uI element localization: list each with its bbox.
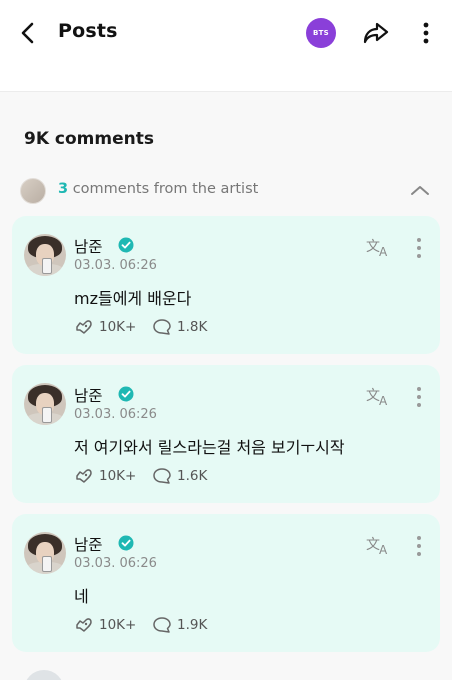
speech-bubble-icon (153, 319, 171, 335)
verified-badge-icon (118, 535, 134, 551)
verified-badge-icon (118, 237, 134, 253)
comment-author-name[interactable]: 남준 (74, 384, 103, 406)
community-badge[interactable]: BTS (306, 18, 336, 48)
comment-author-name[interactable]: 남준 (74, 533, 103, 555)
comment-text: mz들에게 배운다 (74, 289, 192, 308)
collapse-button[interactable] (408, 179, 432, 201)
artist-mini-avatar (20, 178, 46, 204)
heart-hand-icon (76, 618, 92, 632)
comment-text: 저 여기와서 릴스라는걸 처음 보기ㅜ시작 (74, 438, 345, 457)
svg-text:文: 文 (366, 537, 380, 553)
more-options-button[interactable] (414, 18, 438, 48)
reply-count: 1.9K (177, 617, 208, 633)
translate-icon[interactable]: 文A (366, 385, 392, 407)
like-button[interactable]: 10K+ (74, 466, 136, 486)
reply-count: 1.6K (177, 468, 208, 484)
svg-text:文: 文 (366, 239, 380, 255)
translate-icon[interactable]: 文A (366, 534, 392, 556)
back-button[interactable] (14, 18, 42, 48)
chevron-up-icon (411, 186, 429, 195)
artist-comment-card[interactable]: 남준 03.03. 06:26 文A 네 10K+ 1.9K (12, 514, 440, 652)
comment-more-icon[interactable] (410, 534, 428, 558)
reply-count: 1.8K (177, 319, 208, 335)
translate-icon[interactable]: 文A (366, 236, 392, 258)
speech-bubble-icon (153, 617, 171, 633)
comment-author-name[interactable]: 남준 (74, 235, 103, 257)
comment-text: 네 (74, 587, 89, 606)
svg-text:A: A (379, 543, 388, 556)
share-arrow-icon (363, 22, 389, 44)
artist-comment-card[interactable]: 남준 03.03. 06:26 文A 저 여기와서 릴스라는걸 처음 보기ㅜ시작… (12, 365, 440, 503)
svg-text:文: 文 (366, 388, 380, 404)
heart-hand-icon (76, 469, 92, 483)
top-bar: Posts BTS (0, 0, 452, 92)
chevron-left-icon (21, 22, 34, 44)
vertical-dots-icon (423, 22, 429, 44)
comment-timestamp: 03.03. 06:26 (74, 258, 157, 273)
page-title: Posts (58, 20, 118, 42)
artist-comments-label: comments from the artist (68, 181, 259, 197)
reply-button[interactable]: 1.8K (152, 317, 207, 337)
like-button[interactable]: 10K+ (74, 317, 136, 337)
share-button[interactable] (360, 18, 392, 48)
comment-more-icon[interactable] (410, 385, 428, 409)
artist-comments-header[interactable]: 3 comments from the artist (20, 178, 440, 206)
like-count: 10K+ (99, 468, 137, 484)
avatar[interactable] (24, 383, 66, 425)
svg-text:A: A (379, 394, 388, 407)
comment-timestamp: 03.03. 06:26 (74, 407, 157, 422)
artist-comment-card[interactable]: 남준 03.03. 06:26 文A mz들에게 배운다 10K+ 1.8K (12, 216, 440, 354)
verified-badge-icon (118, 386, 134, 402)
avatar[interactable] (24, 234, 66, 276)
reply-button[interactable]: 1.9K (152, 615, 207, 635)
like-button[interactable]: 10K+ (74, 615, 136, 635)
comment-timestamp: 03.03. 06:26 (74, 556, 157, 571)
comment-more-icon[interactable] (410, 236, 428, 260)
artist-comments-count: 3 (58, 181, 69, 197)
like-count: 10K+ (99, 617, 137, 633)
next-comment-avatar (24, 670, 64, 680)
like-count: 10K+ (99, 319, 137, 335)
heart-hand-icon (76, 320, 92, 334)
svg-text:A: A (379, 245, 388, 258)
reply-button[interactable]: 1.6K (152, 466, 207, 486)
artist-comments-summary: 3 comments from the artist (58, 181, 258, 197)
avatar[interactable] (24, 532, 66, 574)
comments-count: 9K comments (24, 129, 154, 149)
speech-bubble-icon (153, 468, 171, 484)
